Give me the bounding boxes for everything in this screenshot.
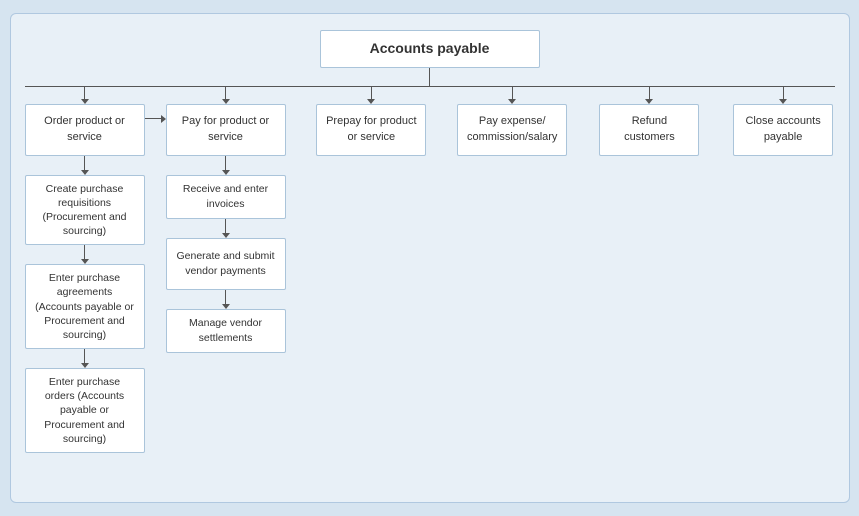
col6-box: Close accounts payable [733,104,833,156]
col3-box: Prepay for product or service [316,104,426,156]
col2-arrowhead [222,99,230,104]
col5-label: Refund customers [608,114,690,145]
col5-top-line [649,87,650,99]
col2-box: Pay for product or service [166,104,286,156]
col2-arrow3 [222,290,230,309]
col3-top-line [371,87,372,99]
col4-box: Pay expense/ commission/salary [457,104,567,156]
col2-label: Pay for product or service [175,114,277,145]
col1-seg-line1 [84,156,85,170]
column-4: Pay expense/ commission/salary [457,87,567,156]
col2-arrow2 [222,219,230,238]
col1-label: Order product or service [34,114,136,145]
col2-sub2-label: Generate and submit vendor payments [175,249,277,277]
right-arrow-line [145,118,161,119]
col1-seg-line3 [84,349,85,363]
col1-sub2: Enter purchase agreements (Accounts paya… [25,264,145,349]
col2-seg-line2 [225,219,226,233]
col2-sub3: Manage vendor settlements [166,309,286,353]
col4-label: Pay expense/ commission/salary [466,114,558,145]
col2-seg-arrow2 [222,233,230,238]
col1-arrowhead [81,99,89,104]
col2-sub1: Receive and enter invoices [166,175,286,219]
col1-box: Order product or service [25,104,145,156]
col2-seg-arrow3 [222,304,230,309]
title-box: Accounts payable [320,30,540,68]
col1-arrow3 [81,349,89,368]
column-5: Refund customers [598,87,701,156]
col2-sub1-label: Receive and enter invoices [175,182,277,210]
col5-box: Refund customers [599,104,699,156]
col1-to-col2-arrow [145,115,166,123]
main-horizontal-bar [25,86,835,87]
col6-arrowhead [779,99,787,104]
col6-top-line [783,87,784,99]
col3-label: Prepay for product or service [325,114,417,145]
col4-top-line [512,87,513,99]
diagram-container: Accounts payable Order product or servic… [10,13,850,503]
col2-arrow1 [222,156,230,175]
col1-arrow2 [81,245,89,264]
column-3: Prepay for product or service [316,87,426,156]
columns-row: Order product or service Create purchase… [25,87,835,453]
col1-sub2-label: Enter purchase agreements (Accounts paya… [34,271,136,342]
title-to-bar-line [429,68,430,86]
column-2: Pay for product or service Receive and e… [166,87,286,353]
col3-top-arrow [367,87,375,104]
column-6: Close accounts payable [732,87,835,156]
col2-sub2: Generate and submit vendor payments [166,238,286,290]
col1-seg-arrow1 [81,170,89,175]
col3-arrowhead [367,99,375,104]
col2-sub3-label: Manage vendor settlements [175,316,277,344]
col4-arrowhead [508,99,516,104]
col2-top-arrow [222,87,230,104]
col6-top-arrow [779,87,787,104]
col1-top-line [84,87,85,99]
col2-seg-line3 [225,290,226,304]
col1-top-arrow [81,87,89,104]
col5-top-arrow [645,87,653,104]
col1-sub3-label: Enter purchase orders (Accounts payable … [34,375,136,446]
col2-top-line [225,87,226,99]
col5-arrowhead [645,99,653,104]
tree-top: Accounts payable [25,30,835,87]
col1-sub1-label: Create purchase requisitions (Procuremen… [34,182,136,239]
col1-sub1: Create purchase requisitions (Procuremen… [25,175,145,246]
col1-sub3: Enter purchase orders (Accounts payable … [25,368,145,453]
col2-seg-line1 [225,156,226,170]
col4-top-arrow [508,87,516,104]
main-layout: Accounts payable Order product or servic… [25,30,835,453]
col1-arrow1 [81,156,89,175]
col1-seg-line2 [84,245,85,259]
column-1: Order product or service Create purchase… [25,87,145,453]
col6-label: Close accounts payable [742,114,824,145]
col2-seg-arrow1 [222,170,230,175]
right-arrow [145,115,166,123]
